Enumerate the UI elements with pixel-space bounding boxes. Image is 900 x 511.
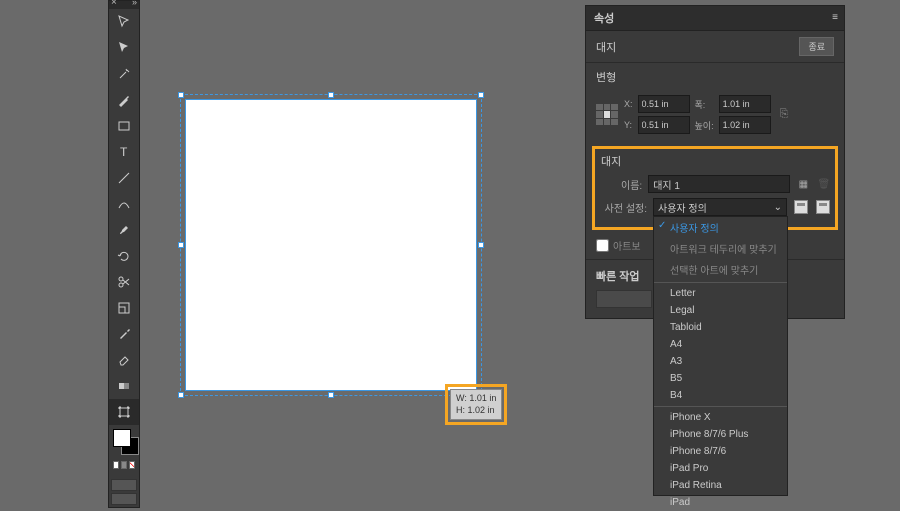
preset-option[interactable]: A4 [654, 336, 787, 353]
artboard-tool[interactable] [109, 399, 139, 425]
rotate-tool[interactable] [109, 243, 139, 269]
direct-selection-tool[interactable] [109, 35, 139, 61]
quick-action-button[interactable] [596, 290, 652, 308]
artboard-section-title: 대지 [599, 153, 831, 169]
preset-option[interactable]: 사용자 정의 [654, 217, 787, 238]
resize-handle[interactable] [478, 242, 484, 248]
panel-menu-icon[interactable]: ≡ [832, 12, 838, 23]
preset-dropdown-list: 사용자 정의아트워크 테두리에 맞추기선택한 아트에 맞추기LetterLega… [653, 216, 788, 496]
properties-panel: 속성 ≡ 대지 종료 변형 X: 폭: Y: 높이: ⎘ 대지 이름: ▦ 🗑 [585, 5, 845, 319]
transform-section: X: 폭: Y: 높이: ⎘ [586, 91, 844, 144]
link-icon[interactable]: ⎘ [777, 108, 792, 121]
preset-option[interactable]: B5 [654, 370, 787, 387]
resize-handle[interactable] [328, 392, 334, 398]
swatch-none[interactable] [129, 461, 135, 469]
pen-tool[interactable] [109, 87, 139, 113]
preset-option[interactable]: 선택한 아트에 맞추기 [654, 259, 787, 280]
preset-option[interactable]: A3 [654, 353, 787, 370]
height-input[interactable] [719, 116, 771, 134]
tooltip-height: H: 1.02 in [456, 405, 496, 417]
toolbar-header[interactable] [109, 1, 139, 9]
canvas-area[interactable]: 01 - 대지 1 ⤡ [186, 100, 476, 390]
size-tooltip-highlight: W: 1.01 in H: 1.02 in [445, 384, 507, 425]
gradient-tool[interactable] [109, 373, 139, 399]
y-input[interactable] [638, 116, 690, 134]
delete-artboard-icon: 🗑 [817, 176, 831, 192]
artboard-options-icon[interactable]: ▦ [796, 176, 810, 192]
swatch-mini[interactable] [121, 461, 127, 469]
size-tooltip: W: 1.01 in H: 1.02 in [450, 389, 502, 420]
preset-dropdown[interactable]: 사용자 정의 ⌄ 사용자 정의아트워크 테두리에 맞추기선택한 아트에 맞추기L… [653, 198, 787, 216]
scissors-tool[interactable] [109, 269, 139, 295]
preset-option[interactable]: B4 [654, 387, 787, 404]
save-preset-as-icon[interactable] [815, 199, 831, 215]
resize-handle[interactable] [178, 92, 184, 98]
reference-point[interactable] [596, 104, 618, 126]
eraser-tool[interactable] [109, 347, 139, 373]
preset-option[interactable]: Letter [654, 282, 787, 302]
resize-handle[interactable] [178, 242, 184, 248]
eyedropper-tool[interactable] [109, 321, 139, 347]
preset-option[interactable]: iPad [654, 494, 787, 511]
tooltip-width: W: 1.01 in [456, 393, 496, 405]
screen-mode-button[interactable] [111, 493, 137, 505]
color-swatches[interactable] [109, 425, 139, 473]
swatch-mini[interactable] [113, 461, 119, 469]
preset-option[interactable]: Tabloid [654, 319, 787, 336]
panel-title[interactable]: 속성 ≡ [586, 6, 844, 31]
panel-slot-row: 대지 종료 [586, 31, 844, 62]
resize-handle[interactable] [178, 392, 184, 398]
curvature-tool[interactable] [109, 191, 139, 217]
toolbar: T [108, 0, 140, 508]
view-mode-button[interactable] [111, 479, 137, 491]
rectangle-tool[interactable] [109, 113, 139, 139]
slot-label: 대지 [596, 39, 616, 55]
foreground-swatch[interactable] [113, 429, 131, 447]
resize-handle[interactable] [328, 92, 334, 98]
transform-title: 변형 [596, 69, 616, 85]
svg-text:T: T [120, 145, 128, 159]
paintbrush-tool[interactable] [109, 217, 139, 243]
selection-tool[interactable] [109, 9, 139, 35]
layout-checkbox[interactable] [596, 239, 609, 252]
artboard-name-input[interactable] [648, 175, 790, 193]
preset-option[interactable]: Legal [654, 302, 787, 319]
preset-option[interactable]: iPad Retina [654, 477, 787, 494]
preset-option[interactable]: iPhone X [654, 406, 787, 426]
exit-button[interactable]: 종료 [799, 37, 834, 56]
resize-handle[interactable] [478, 92, 484, 98]
save-preset-icon[interactable] [793, 199, 809, 215]
preset-option[interactable]: iPhone 8/7/6 [654, 443, 787, 460]
x-input[interactable] [638, 95, 690, 113]
preset-option[interactable]: iPhone 8/7/6 Plus [654, 426, 787, 443]
preset-option[interactable]: 아트워크 테두리에 맞추기 [654, 238, 787, 259]
width-input[interactable] [719, 95, 771, 113]
line-tool[interactable] [109, 165, 139, 191]
type-tool[interactable]: T [109, 139, 139, 165]
scale-tool[interactable] [109, 295, 139, 321]
preset-option[interactable]: iPad Pro [654, 460, 787, 477]
artboard-section-highlight: 대지 이름: ▦ 🗑 사전 설정: 사용자 정의 ⌄ 사용자 정의아트워크 테두… [592, 146, 838, 230]
artboard-selection [180, 94, 482, 396]
magic-wand-tool[interactable] [109, 61, 139, 87]
chevron-down-icon: ⌄ [774, 202, 782, 213]
